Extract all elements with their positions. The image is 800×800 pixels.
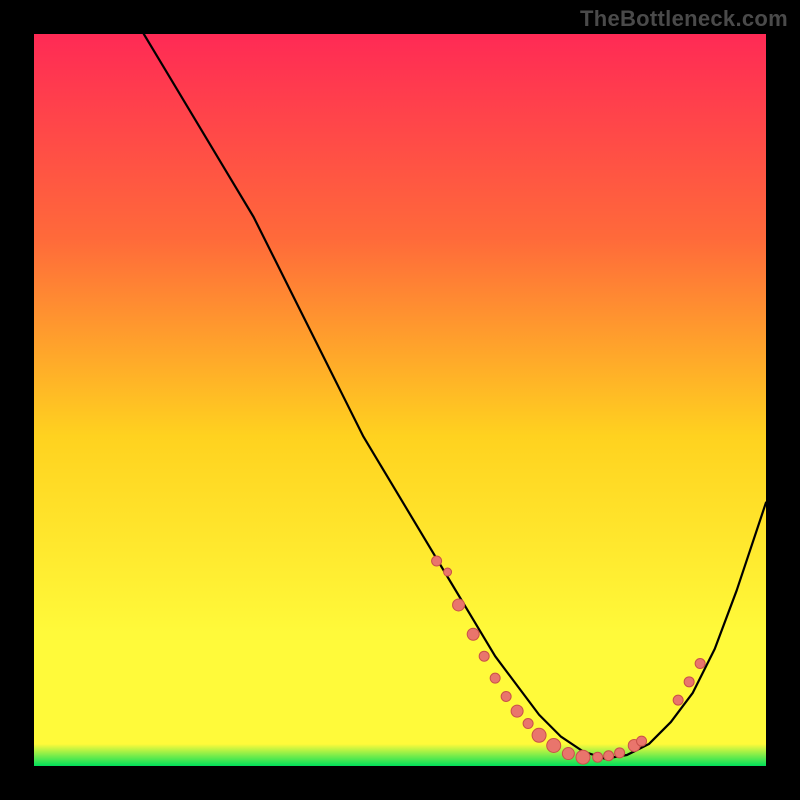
data-marker (453, 599, 465, 611)
data-marker (523, 719, 533, 729)
data-marker (637, 736, 647, 746)
chart-frame: TheBottleneck.com (0, 0, 800, 800)
data-marker (479, 651, 489, 661)
data-marker (444, 568, 452, 576)
data-marker (673, 695, 683, 705)
data-marker (695, 659, 705, 669)
data-marker (467, 628, 479, 640)
data-marker (615, 748, 625, 758)
gradient-background (34, 34, 766, 766)
data-marker (547, 739, 561, 753)
data-marker (511, 705, 523, 717)
data-marker (576, 750, 590, 764)
data-marker (604, 751, 614, 761)
data-marker (501, 691, 511, 701)
data-marker (490, 673, 500, 683)
data-marker (432, 556, 442, 566)
data-marker (593, 752, 603, 762)
plot-area (34, 34, 766, 766)
chart-svg (34, 34, 766, 766)
data-marker (562, 748, 574, 760)
data-marker (532, 728, 546, 742)
watermark-text: TheBottleneck.com (580, 6, 788, 32)
data-marker (684, 677, 694, 687)
